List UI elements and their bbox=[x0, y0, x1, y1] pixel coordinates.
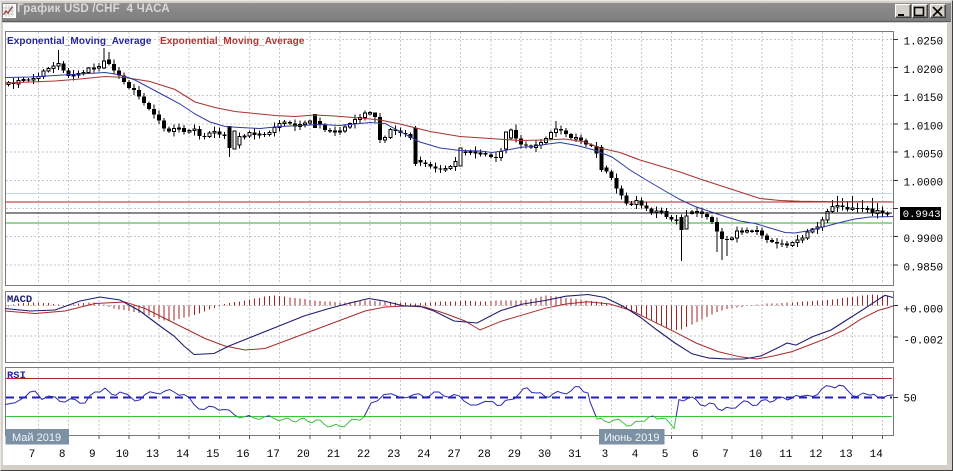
svg-text:17: 17 bbox=[267, 449, 280, 461]
svg-text:28: 28 bbox=[478, 449, 491, 461]
svg-text:1.0050: 1.0050 bbox=[904, 150, 944, 162]
svg-text:+0.000: +0.000 bbox=[904, 305, 944, 317]
svg-text:1.0000: 1.0000 bbox=[904, 178, 944, 190]
svg-text:13: 13 bbox=[146, 449, 159, 461]
svg-text:12: 12 bbox=[809, 449, 822, 461]
svg-text:0.9850: 0.9850 bbox=[904, 262, 944, 274]
svg-text:1.0150: 1.0150 bbox=[904, 93, 944, 105]
svg-text:Exponential_Moving_Average: Exponential_Moving_Average bbox=[7, 36, 152, 47]
svg-text:Май 2019: Май 2019 bbox=[12, 432, 61, 444]
svg-text:30: 30 bbox=[538, 449, 551, 461]
svg-text:29: 29 bbox=[508, 449, 521, 461]
svg-text:50: 50 bbox=[904, 393, 917, 405]
svg-text:10: 10 bbox=[749, 449, 762, 461]
svg-text:1.0200: 1.0200 bbox=[904, 65, 944, 77]
svg-text:31: 31 bbox=[568, 449, 582, 461]
svg-text:14: 14 bbox=[870, 449, 884, 461]
svg-text:10: 10 bbox=[116, 449, 129, 461]
svg-text:9: 9 bbox=[89, 449, 96, 461]
svg-text:7: 7 bbox=[29, 449, 36, 461]
svg-text:Exponential_Moving_Average: Exponential_Moving_Average bbox=[160, 36, 305, 47]
svg-text:0.9943: 0.9943 bbox=[903, 209, 941, 221]
svg-text:22: 22 bbox=[357, 449, 370, 461]
svg-text:1.0100: 1.0100 bbox=[904, 121, 944, 133]
svg-text:15: 15 bbox=[206, 449, 219, 461]
svg-text:24: 24 bbox=[417, 449, 431, 461]
svg-text:5: 5 bbox=[662, 449, 669, 461]
svg-text:8: 8 bbox=[59, 449, 66, 461]
svg-text:11: 11 bbox=[779, 449, 793, 461]
svg-text:RSI: RSI bbox=[7, 370, 26, 382]
svg-text:27: 27 bbox=[447, 449, 460, 461]
svg-text:7: 7 bbox=[722, 449, 729, 461]
svg-text:6: 6 bbox=[692, 449, 699, 461]
svg-text:16: 16 bbox=[236, 449, 249, 461]
svg-text:MACD: MACD bbox=[7, 294, 32, 306]
svg-text:Июнь 2019: Июнь 2019 bbox=[604, 432, 660, 444]
svg-text:-0.002: -0.002 bbox=[904, 336, 944, 348]
svg-text:14: 14 bbox=[176, 449, 190, 461]
svg-text:1.0250: 1.0250 bbox=[904, 37, 944, 49]
svg-text:3: 3 bbox=[602, 449, 609, 461]
svg-text:21: 21 bbox=[327, 449, 341, 461]
svg-text:13: 13 bbox=[839, 449, 852, 461]
svg-text:23: 23 bbox=[387, 449, 400, 461]
svg-text:20: 20 bbox=[297, 449, 310, 461]
svg-text:4: 4 bbox=[632, 449, 639, 461]
svg-text:0.9900: 0.9900 bbox=[904, 234, 944, 246]
